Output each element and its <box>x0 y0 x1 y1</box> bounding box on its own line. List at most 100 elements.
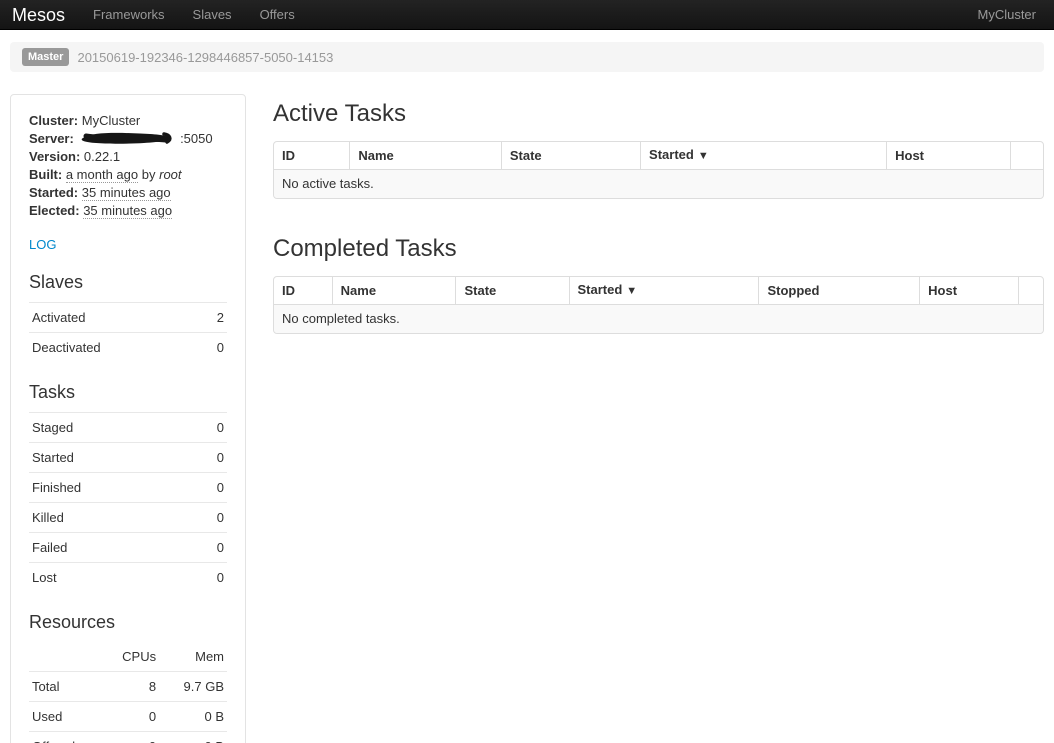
tasks-started-label: Started <box>29 443 189 473</box>
completed-col-host[interactable]: Host <box>919 277 1017 304</box>
version-label: Version: <box>29 149 80 164</box>
tasks-failed-value: 0 <box>189 533 227 563</box>
resources-mem-header: Mem <box>159 642 227 672</box>
built-by-text: by <box>142 167 156 182</box>
main-content: Active Tasks ID Name State Started▼ Host… <box>273 94 1044 334</box>
table-row: Total 8 9.7 GB <box>29 672 227 702</box>
table-row: Offered 0 0 B <box>29 732 227 743</box>
resources-offered-label: Offered <box>29 732 101 743</box>
built-label: Built: <box>29 167 62 182</box>
tasks-failed-label: Failed <box>29 533 189 563</box>
resources-section-title: Resources <box>29 611 227 633</box>
elected-label: Elected: <box>29 203 80 218</box>
completed-col-started[interactable]: Started▼ <box>569 277 759 304</box>
nav-item-slaves[interactable]: Slaves <box>179 0 246 30</box>
table-header-row: ID Name State Started▼ Stopped Host <box>274 277 1043 304</box>
active-col-started[interactable]: Started▼ <box>640 142 886 169</box>
tasks-finished-value: 0 <box>189 473 227 503</box>
resources-offered-mem: 0 B <box>159 732 227 743</box>
active-col-id[interactable]: ID <box>274 142 349 169</box>
server-info-line: Server: :5050 <box>29 130 227 148</box>
resources-table: CPUs Mem Total 8 9.7 GB Used 0 0 B Offer… <box>29 642 227 743</box>
slaves-table: Activated 2 Deactivated 0 <box>29 302 227 362</box>
sidebar-panel: Cluster: MyCluster Server: :5050 Version… <box>10 94 246 743</box>
slaves-deactivated-value: 0 <box>197 333 227 363</box>
tasks-staged-value: 0 <box>189 413 227 443</box>
resources-used-mem: 0 B <box>159 702 227 732</box>
completed-col-id[interactable]: ID <box>274 277 332 304</box>
active-tasks-table: ID Name State Started▼ Host No active ta… <box>273 141 1044 199</box>
slaves-activated-value: 2 <box>197 303 227 333</box>
completed-col-blank <box>1018 277 1043 304</box>
sort-desc-icon: ▼ <box>626 285 637 297</box>
resources-total-label: Total <box>29 672 101 702</box>
tasks-lost-label: Lost <box>29 563 189 593</box>
completed-col-stopped[interactable]: Stopped <box>758 277 919 304</box>
tasks-staged-label: Staged <box>29 413 189 443</box>
content-row: Cluster: MyCluster Server: :5050 Version… <box>10 94 1044 743</box>
active-col-host[interactable]: Host <box>886 142 1010 169</box>
nav-item-offers[interactable]: Offers <box>246 0 309 30</box>
slaves-section-title: Slaves <box>29 271 227 293</box>
table-row: No active tasks. <box>274 169 1043 198</box>
table-row: Finished 0 <box>29 473 227 503</box>
resources-offered-cpus: 0 <box>101 732 159 743</box>
tasks-killed-label: Killed <box>29 503 189 533</box>
tasks-lost-value: 0 <box>189 563 227 593</box>
slaves-deactivated-label: Deactivated <box>29 333 197 363</box>
resources-used-cpus: 0 <box>101 702 159 732</box>
elected-info-line: Elected: 35 minutes ago <box>29 202 227 220</box>
active-tasks-title: Active Tasks <box>273 100 1044 128</box>
resources-used-label: Used <box>29 702 101 732</box>
slaves-activated-label: Activated <box>29 303 197 333</box>
resources-total-cpus: 8 <box>101 672 159 702</box>
table-row: CPUs Mem <box>29 642 227 672</box>
nav-item-frameworks[interactable]: Frameworks <box>79 0 179 30</box>
table-row: Deactivated 0 <box>29 333 227 363</box>
tasks-killed-value: 0 <box>189 503 227 533</box>
brand-mesos[interactable]: Mesos <box>0 0 79 30</box>
redaction-scribble-icon <box>78 130 175 146</box>
server-label: Server: <box>29 131 74 146</box>
table-row: No completed tasks. <box>274 304 1043 333</box>
server-port: :5050 <box>180 131 213 146</box>
active-col-name[interactable]: Name <box>349 142 500 169</box>
table-row: Started 0 <box>29 443 227 473</box>
resources-blank-header <box>29 642 101 672</box>
table-row: Used 0 0 B <box>29 702 227 732</box>
table-header-row: ID Name State Started▼ Host <box>274 142 1043 169</box>
completed-col-started-label: Started <box>578 282 623 297</box>
completed-col-state[interactable]: State <box>455 277 568 304</box>
table-row: Staged 0 <box>29 413 227 443</box>
table-row: Killed 0 <box>29 503 227 533</box>
master-badge: Master <box>22 48 69 66</box>
cluster-name-label: MyCluster <box>977 7 1054 22</box>
cluster-info-line: Cluster: MyCluster <box>29 112 227 130</box>
resources-total-mem: 9.7 GB <box>159 672 227 702</box>
completed-tasks-title: Completed Tasks <box>273 235 1044 263</box>
active-col-state[interactable]: State <box>501 142 640 169</box>
started-info-line: Started: 35 minutes ago <box>29 184 227 202</box>
table-row: Lost 0 <box>29 563 227 593</box>
elected-time: 35 minutes ago <box>83 203 172 219</box>
active-col-blank <box>1010 142 1043 169</box>
completed-col-name[interactable]: Name <box>332 277 456 304</box>
tasks-started-value: 0 <box>189 443 227 473</box>
version-value: 0.22.1 <box>84 149 120 164</box>
table-row: Failed 0 <box>29 533 227 563</box>
built-time: a month ago <box>66 167 138 183</box>
cluster-label: Cluster: <box>29 113 78 128</box>
completed-tasks-empty-message: No completed tasks. <box>274 304 1043 333</box>
started-time: 35 minutes ago <box>82 185 171 201</box>
tasks-table: Staged 0 Started 0 Finished 0 Killed 0 F… <box>29 412 227 592</box>
breadcrumb: Master 20150619-192346-1298446857-5050-1… <box>10 42 1044 72</box>
sort-desc-icon: ▼ <box>698 150 709 162</box>
completed-tasks-table: ID Name State Started▼ Stopped Host No c… <box>273 276 1044 334</box>
cluster-value: MyCluster <box>82 113 141 128</box>
table-row: Activated 2 <box>29 303 227 333</box>
built-user: root <box>159 167 181 182</box>
built-info-line: Built: a month ago by root <box>29 166 227 184</box>
tasks-section-title: Tasks <box>29 381 227 403</box>
top-navbar: Mesos Frameworks Slaves Offers MyCluster <box>0 0 1054 30</box>
log-link[interactable]: LOG <box>29 237 56 252</box>
